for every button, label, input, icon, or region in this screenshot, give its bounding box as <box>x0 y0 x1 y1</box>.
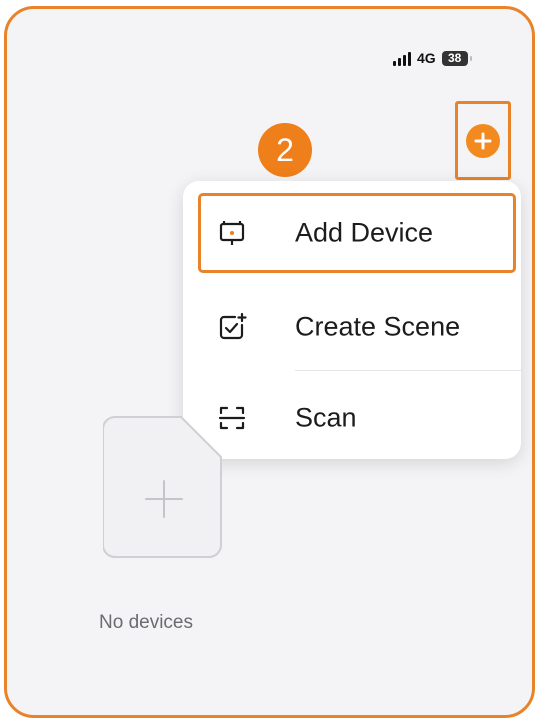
add-button[interactable] <box>455 101 511 180</box>
create-scene-icon <box>217 312 247 342</box>
step-badge: 2 <box>258 123 312 177</box>
highlight-frame <box>198 193 516 273</box>
empty-device-icon <box>102 413 225 561</box>
menu-divider <box>295 370 521 371</box>
signal-icon <box>393 51 411 66</box>
battery-icon: 38 <box>441 50 472 66</box>
menu-item-label: Scan <box>295 402 357 433</box>
add-menu: Add Device Create Scene Scan <box>183 181 521 459</box>
phone-frame: 4G 38 2 Add Device Create Scene Scan No … <box>4 6 535 718</box>
network-type: 4G <box>417 50 436 66</box>
empty-state-text: No devices <box>99 612 193 633</box>
menu-item-scan[interactable]: Scan <box>183 375 521 461</box>
menu-item-label: Create Scene <box>295 311 461 342</box>
plus-icon <box>466 123 500 158</box>
menu-item-create-scene[interactable]: Create Scene <box>183 284 521 370</box>
status-bar: 4G 38 <box>393 47 472 69</box>
